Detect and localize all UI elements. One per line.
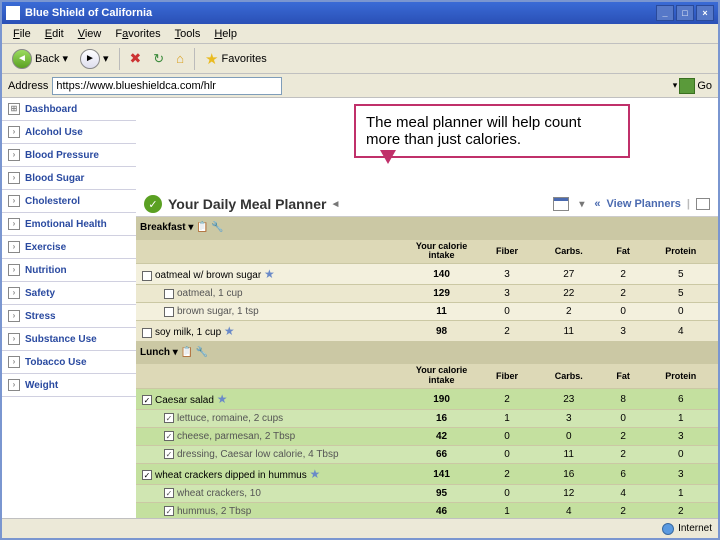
table-row: brown sugar, 1 tsp110200 bbox=[136, 303, 718, 321]
table-row: ✓cheese, parmesan, 2 Tbsp420023 bbox=[136, 428, 718, 446]
sidebar-item-safety[interactable]: ›Safety bbox=[2, 282, 136, 305]
favorites-button[interactable]: ★ Favorites bbox=[201, 48, 271, 70]
planner-title: Your Daily Meal Planner bbox=[168, 196, 326, 212]
forward-icon: ► bbox=[80, 49, 100, 69]
refresh-button[interactable]: ↻ bbox=[149, 49, 168, 69]
zone-label: Internet bbox=[678, 523, 712, 534]
meal-header[interactable]: Breakfast ▾ 📋 🔧 bbox=[136, 217, 718, 239]
table-row: soy milk, 1 cup ★9821134 bbox=[136, 321, 718, 342]
chevron-icon: › bbox=[8, 241, 20, 253]
checkbox[interactable]: ✓ bbox=[164, 431, 174, 441]
chevron-icon: › bbox=[8, 264, 20, 276]
forward-button[interactable]: ► ▾ bbox=[76, 47, 113, 71]
planner-header: ✓ Your Daily Meal Planner ◄ ▾ « View Pla… bbox=[136, 192, 718, 217]
checkbox[interactable]: ✓ bbox=[164, 506, 174, 516]
menu-edit[interactable]: Edit bbox=[38, 26, 71, 42]
sidebar-item-exercise[interactable]: ›Exercise bbox=[2, 236, 136, 259]
sidebar-item-emotional-health[interactable]: ›Emotional Health bbox=[2, 213, 136, 236]
sidebar-item-cholesterol[interactable]: ›Cholesterol bbox=[2, 190, 136, 213]
statusbar: Internet bbox=[2, 518, 718, 538]
checkbox[interactable]: ✓ bbox=[142, 395, 152, 405]
menu-help[interactable]: Help bbox=[207, 26, 244, 42]
meal-header[interactable]: Lunch ▾ 📋 🔧 bbox=[136, 342, 718, 364]
chevron-icon: › bbox=[8, 172, 20, 184]
chevron-icon: › bbox=[8, 287, 20, 299]
address-input[interactable] bbox=[52, 77, 282, 95]
chevron-icon: › bbox=[8, 218, 20, 230]
chevron-icon: ⊞ bbox=[8, 103, 20, 115]
sidebar-item-nutrition[interactable]: ›Nutrition bbox=[2, 259, 136, 282]
chevron-icon: › bbox=[8, 333, 20, 345]
minimize-button[interactable]: _ bbox=[656, 5, 674, 21]
calendar-icon[interactable] bbox=[553, 197, 569, 211]
sidebar-item-alcohol-use[interactable]: ›Alcohol Use bbox=[2, 121, 136, 144]
toolbar: ◄ Back ▾ ► ▾ ✖ ↻ ⌂ ★ Favorites bbox=[2, 44, 718, 74]
back-button[interactable]: ◄ Back ▾ bbox=[8, 47, 72, 71]
address-bar: Address ▾ Go bbox=[2, 74, 718, 98]
checkbox[interactable] bbox=[142, 271, 152, 281]
chevron-down-icon: ▾ bbox=[103, 52, 109, 65]
sidebar-item-weight[interactable]: ›Weight bbox=[2, 374, 136, 397]
checkbox[interactable] bbox=[142, 328, 152, 338]
check-icon: ✓ bbox=[144, 195, 162, 213]
go-icon bbox=[679, 78, 695, 94]
close-button[interactable]: × bbox=[696, 5, 714, 21]
checkbox[interactable]: ✓ bbox=[164, 413, 174, 423]
address-label: Address bbox=[8, 80, 48, 92]
print-icon[interactable] bbox=[696, 198, 710, 210]
callout: The meal planner will help count more th… bbox=[354, 104, 630, 158]
menu-tools[interactable]: Tools bbox=[168, 26, 208, 42]
table-row: ✓hummus, 2 Tbsp461422 bbox=[136, 503, 718, 518]
checkbox[interactable]: ✓ bbox=[164, 449, 174, 459]
sidebar-item-tobacco-use[interactable]: ›Tobacco Use bbox=[2, 351, 136, 374]
chevron-icon: › bbox=[8, 379, 20, 391]
checkbox[interactable] bbox=[164, 289, 174, 299]
sidebar-item-substance-use[interactable]: ›Substance Use bbox=[2, 328, 136, 351]
table-row: ✓wheat crackers dipped in hummus ★141216… bbox=[136, 464, 718, 485]
table-row: ✓dressing, Caesar low calorie, 4 Tbsp660… bbox=[136, 446, 718, 464]
sidebar-item-blood-pressure[interactable]: ›Blood Pressure bbox=[2, 144, 136, 167]
chevron-icon: › bbox=[8, 356, 20, 368]
star-icon: ★ bbox=[205, 50, 218, 68]
sidebar-item-stress[interactable]: ›Stress bbox=[2, 305, 136, 328]
star-icon[interactable]: ★ bbox=[310, 467, 321, 481]
menu-file[interactable]: File bbox=[6, 26, 38, 42]
titlebar: Blue Shield of California _ □ × bbox=[2, 2, 718, 24]
chevron-down-icon: ▾ bbox=[62, 52, 68, 65]
home-button[interactable]: ⌂ bbox=[172, 49, 188, 68]
window-title: Blue Shield of California bbox=[25, 7, 152, 19]
back-icon: ◄ bbox=[12, 49, 32, 69]
sidebar-item-blood-sugar[interactable]: ›Blood Sugar bbox=[2, 167, 136, 190]
table-row: ✓wheat crackers, 109501241 bbox=[136, 485, 718, 503]
go-button[interactable]: ▾ Go bbox=[673, 78, 712, 94]
stop-button[interactable]: ✖ bbox=[126, 48, 146, 69]
globe-icon bbox=[662, 523, 674, 535]
menu-favorites[interactable]: Favorites bbox=[108, 26, 167, 42]
maximize-button[interactable]: □ bbox=[676, 5, 694, 21]
chevron-icon: › bbox=[8, 310, 20, 322]
table-row: oatmeal w/ brown sugar ★14032725 bbox=[136, 264, 718, 285]
prev-day-button[interactable]: ◄ bbox=[326, 199, 344, 210]
next-day-button[interactable]: ▾ bbox=[575, 199, 588, 210]
chevron-icon: › bbox=[8, 126, 20, 138]
menu-view[interactable]: View bbox=[71, 26, 109, 42]
table-row: oatmeal, 1 cup12932225 bbox=[136, 285, 718, 303]
menubar: File Edit View Favorites Tools Help bbox=[2, 24, 718, 44]
chevron-icon: › bbox=[8, 195, 20, 207]
view-planners-link[interactable]: View Planners bbox=[607, 198, 681, 210]
table-row: ✓lettuce, romaine, 2 cups161301 bbox=[136, 410, 718, 428]
star-icon[interactable]: ★ bbox=[264, 267, 275, 281]
sidebar: ⊞Dashboard›Alcohol Use›Blood Pressure›Bl… bbox=[2, 98, 136, 518]
chevron-icon: › bbox=[8, 149, 20, 161]
star-icon[interactable]: ★ bbox=[224, 324, 235, 338]
checkbox[interactable] bbox=[164, 307, 174, 317]
sidebar-item-dashboard[interactable]: ⊞Dashboard bbox=[2, 98, 136, 121]
checkbox[interactable]: ✓ bbox=[142, 470, 152, 480]
star-icon[interactable]: ★ bbox=[217, 392, 228, 406]
checkbox[interactable]: ✓ bbox=[164, 488, 174, 498]
app-icon bbox=[6, 6, 20, 20]
table-row: ✓Caesar salad ★19022386 bbox=[136, 389, 718, 410]
meal-table: Breakfast ▾ 📋 🔧Your calorie intakeFiberC… bbox=[136, 217, 718, 518]
